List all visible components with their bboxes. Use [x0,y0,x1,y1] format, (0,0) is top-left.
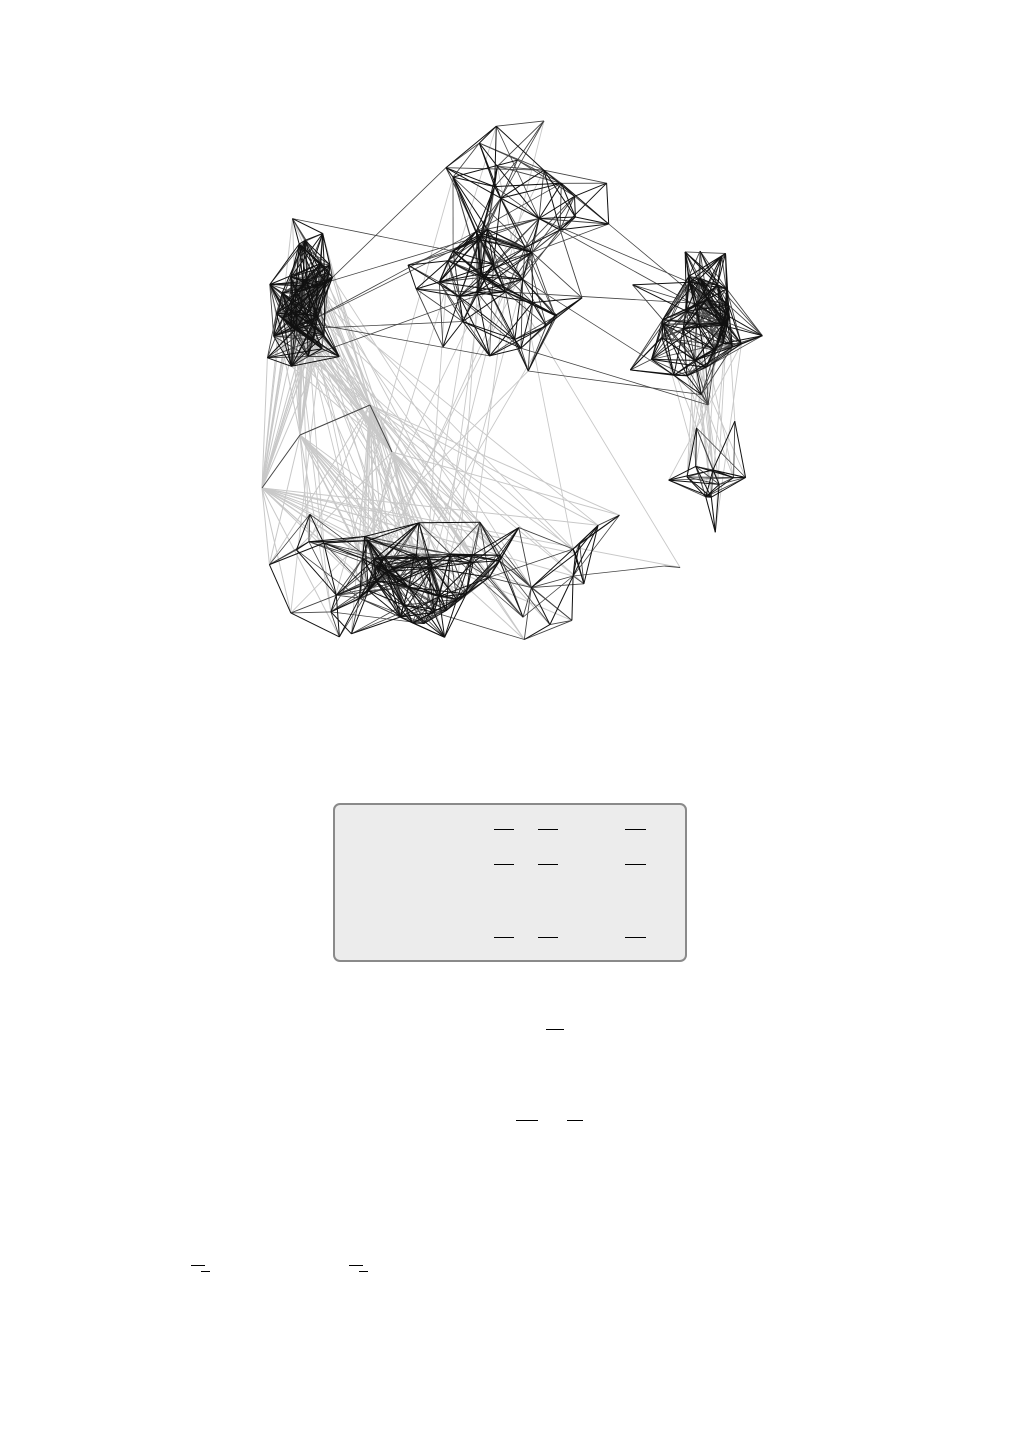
equation-3-subscript-bar-1 [201,1271,210,1272]
edge [452,176,488,230]
edge [499,527,520,562]
edge [524,624,551,640]
box-row-2-overline-3 [625,864,646,865]
edge [478,142,496,187]
edge [574,182,607,197]
edge [597,514,620,526]
edge [606,183,610,225]
bridge-edge [520,347,709,406]
edge [499,560,573,621]
box-row-2-overline-1 [494,864,514,865]
edge [412,622,425,624]
equation-3-overline-2 [349,1265,363,1266]
edge [479,142,545,171]
box-row-3-overline-1 [494,937,514,938]
edge [267,357,292,367]
edge [710,497,716,533]
box-row-2-overline-2 [538,864,558,865]
edge [668,479,712,498]
edge [686,476,734,479]
box-row-1-overline-2 [538,829,558,830]
edge [572,524,599,550]
edge [543,170,561,230]
edge [695,466,707,498]
edge [438,281,444,347]
edge [415,288,444,348]
equation-1-overline [546,1029,564,1030]
equation-3-overline-1 [191,1265,205,1266]
edge [632,284,664,320]
bridge-edge [330,176,454,613]
edge [500,120,545,199]
edge [433,612,525,640]
bridge-edge [299,434,332,612]
edge [351,616,401,635]
edge [335,595,340,637]
equation-2-overline-2 [567,1120,583,1121]
edge [459,296,491,357]
edge [734,421,747,478]
bridge-edge [292,218,454,252]
edge [452,176,480,240]
edge [571,575,574,621]
edge [705,496,716,533]
bridge-edge [332,167,447,278]
box-row-1-overline-1 [494,829,514,830]
bridge-edge [476,231,681,568]
edge [418,521,481,524]
edge [530,587,551,625]
edge [492,198,502,264]
box-row-3-overline-3 [625,937,646,938]
edge [268,564,292,614]
edge [496,120,545,127]
inter-cluster-edges [261,120,747,640]
edge [308,514,311,542]
bridge-edge [261,487,292,614]
edge [629,323,664,371]
edge [733,421,736,478]
edge [531,252,533,303]
bridge-edge [694,360,747,478]
edge [549,575,574,625]
equation-2-overline-1 [516,1120,538,1121]
edge [549,619,572,626]
edge [517,120,545,161]
network-graph-figure [261,120,763,640]
bridge-edge [299,434,525,640]
equation-3-subscript-bar-2 [359,1271,368,1272]
bridge-edge [362,126,497,559]
edge [685,251,726,254]
summary-box [333,803,687,962]
box-row-1-overline-3 [625,829,646,830]
edge [559,183,562,230]
edge [290,611,331,614]
edge [520,315,556,349]
box-row-3-overline-2 [538,937,558,938]
edge [579,514,620,545]
